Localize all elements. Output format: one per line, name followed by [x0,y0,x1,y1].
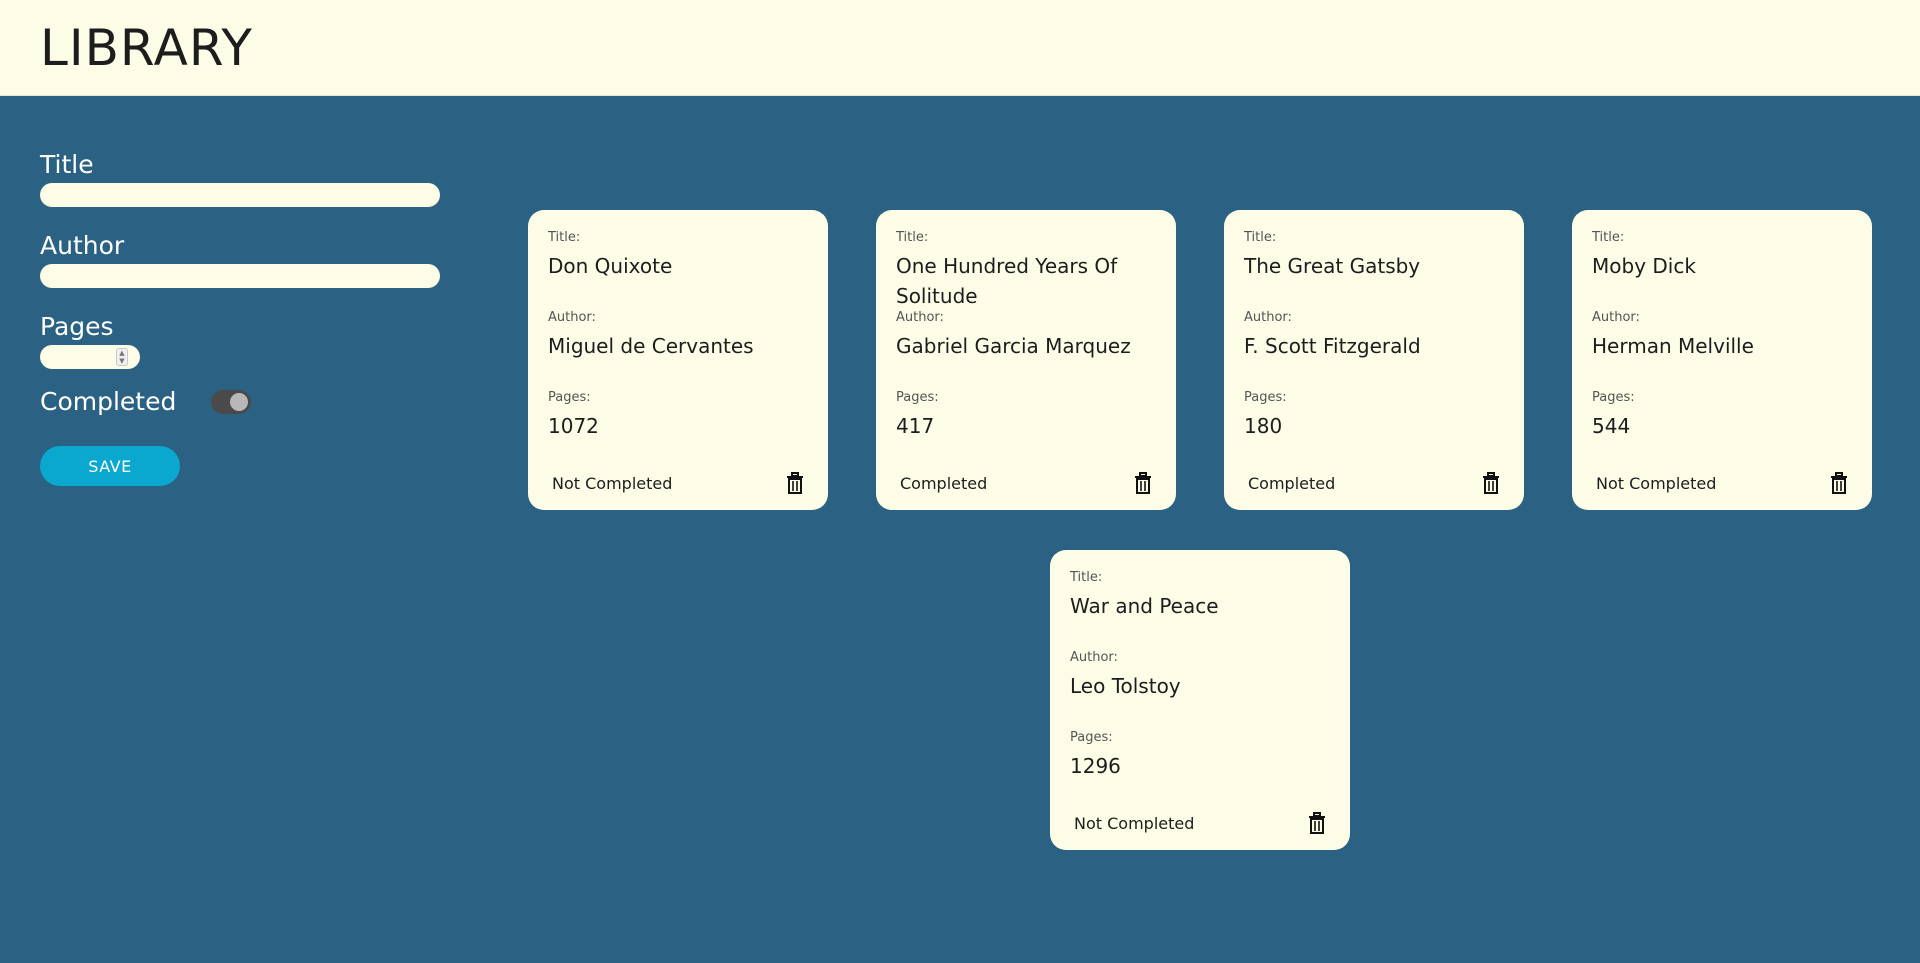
title-label: Title: [896,230,929,245]
book-author: Leo Tolstoy [1070,674,1181,698]
toggle-knob [230,392,248,411]
title-label: Title: [1070,570,1103,585]
author-label: Author: [896,310,944,325]
pages-spinner[interactable]: ▲ ▼ [116,348,128,366]
trash-icon[interactable] [1482,472,1500,494]
author-label: Author: [1592,310,1640,325]
pages-label: Pages: [896,390,939,405]
status-toggle[interactable]: Completed [1248,474,1335,493]
book-pages: 1296 [1070,754,1121,778]
header: LIBRARY [0,0,1920,96]
book-author: F. Scott Fitzgerald [1244,334,1421,358]
save-button[interactable]: SAVE [40,446,180,486]
book-title: Don Quixote [548,254,673,278]
book-card: Title: Don Quixote Author: Miguel de Cer… [528,210,828,510]
completed-label: Completed [40,387,177,416]
title-label: Title: [1244,230,1277,245]
chevron-down-icon[interactable]: ▼ [119,357,124,365]
pages-field[interactable] [40,345,110,369]
book-pages: 1072 [548,414,599,438]
trash-icon[interactable] [786,472,804,494]
status-toggle[interactable]: Not Completed [552,474,672,493]
book-author: Miguel de Cervantes [548,334,754,358]
status-toggle[interactable]: Not Completed [1074,814,1194,833]
book-pages: 417 [896,414,935,438]
book-title: The Great Gatsby [1244,254,1421,278]
pages-input[interactable]: ▲ ▼ [40,345,140,369]
title-label: Title: [1592,230,1625,245]
author-label: Author: [548,310,596,325]
book-title: War and Peace [1070,594,1219,618]
book-pages: 544 [1592,414,1631,438]
author-label: Author [40,231,125,260]
author-label: Author: [1244,310,1292,325]
book-card: Title: War and Peace Author: Leo Tolstoy… [1050,550,1350,850]
title-label: Title [40,150,94,179]
pages-label: Pages: [1070,730,1113,745]
trash-icon[interactable] [1134,472,1152,494]
book-card: Title: Moby Dick Author: Herman Melville… [1572,210,1872,510]
completed-toggle[interactable] [211,389,251,414]
title-label: Title: [548,230,581,245]
author-input[interactable] [40,264,440,288]
pages-label: Pages: [548,390,591,405]
status-toggle[interactable]: Not Completed [1596,474,1716,493]
trash-icon[interactable] [1308,812,1326,834]
book-card: Title: One Hundred Years Of Solitude Aut… [876,210,1176,510]
book-author: Gabriel Garcia Marquez [896,334,1131,358]
book-author: Herman Melville [1592,334,1754,358]
book-title: One Hundred Years Of Solitude [896,254,1118,308]
status-toggle[interactable]: Completed [900,474,987,493]
title-input[interactable] [40,183,440,207]
page-title: LIBRARY [40,18,253,77]
book-title: Moby Dick [1592,254,1696,278]
book-pages: 180 [1244,414,1283,438]
pages-label: Pages: [1592,390,1635,405]
pages-label: Pages: [1244,390,1287,405]
completed-row: Completed [40,387,440,416]
pages-label: Pages [40,312,114,341]
trash-icon[interactable] [1830,472,1848,494]
author-label: Author: [1070,650,1118,665]
add-book-form: Title Author Pages ▲ ▼ Completed SAVE [40,150,440,486]
chevron-up-icon[interactable]: ▲ [119,349,124,357]
book-card: Title: The Great Gatsby Author: F. Scott… [1224,210,1524,510]
